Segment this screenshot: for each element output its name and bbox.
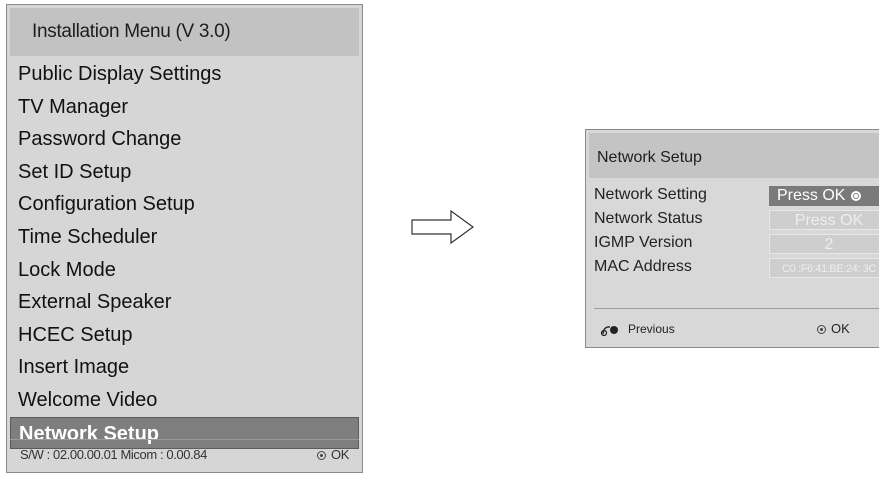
menu-item-configuration-setup[interactable]: Configuration Setup — [10, 188, 359, 221]
version-info: S/W : 02.00.00.01 Micom : 0.00.84 — [20, 447, 207, 462]
dialog-title: Network Setup — [589, 133, 879, 178]
network-status-label: Network Status — [594, 210, 703, 227]
previous-hint[interactable]: Previous — [600, 319, 675, 339]
previous-label: Previous — [628, 322, 675, 336]
ok-hint-label: OK — [331, 447, 349, 462]
network-setting-value: Press OK — [777, 187, 846, 204]
menu-item-hcec-setup[interactable]: HCEC Setup — [10, 319, 359, 352]
menu-item-lock-mode[interactable]: Lock Mode — [10, 254, 359, 287]
network-status-value[interactable]: Press OK — [769, 210, 879, 230]
menu-item-public-display-settings[interactable]: Public Display Settings — [10, 58, 359, 91]
installation-menu: Installation Menu (V 3.0) Public Display… — [6, 4, 363, 473]
menu-item-welcome-video[interactable]: Welcome Video — [10, 384, 359, 417]
back-remote-icon — [600, 325, 618, 336]
igmp-version-value[interactable]: 2 — [769, 234, 879, 254]
menu-item-tv-manager[interactable]: TV Manager — [10, 91, 359, 124]
network-setting-label: Network Setting — [594, 186, 707, 203]
dialog-ok-label: OK — [831, 321, 850, 336]
network-setting-button[interactable]: Press OK — [769, 186, 879, 206]
menu-item-password-change[interactable]: Password Change — [10, 123, 359, 156]
igmp-version-label: IGMP Version — [594, 234, 693, 251]
menu-footer: S/W : 02.00.00.01 Micom : 0.00.84 OK — [10, 439, 359, 469]
menu-title: Installation Menu (V 3.0) — [10, 8, 359, 56]
ok-circle-icon — [851, 190, 862, 201]
menu-item-time-scheduler[interactable]: Time Scheduler — [10, 221, 359, 254]
right-arrow-icon — [411, 210, 475, 244]
menu-item-external-speaker[interactable]: External Speaker — [10, 286, 359, 319]
ok-hint[interactable]: OK — [317, 440, 349, 470]
mac-address-label: MAC Address — [594, 258, 692, 275]
menu-item-set-id-setup[interactable]: Set ID Setup — [10, 156, 359, 189]
dialog-ok-hint[interactable]: OK — [817, 319, 850, 339]
menu-list: Public Display Settings TV Manager Passw… — [10, 58, 359, 450]
mac-address-value: C0 :F6:41:BE:24: 3C — [769, 258, 879, 278]
ok-button-icon — [817, 325, 826, 335]
network-setup-dialog: Network Setup Network Setting Press OK N… — [585, 129, 879, 348]
dialog-divider — [594, 308, 879, 309]
ok-button-icon — [317, 451, 327, 461]
menu-item-insert-image[interactable]: Insert Image — [10, 351, 359, 384]
